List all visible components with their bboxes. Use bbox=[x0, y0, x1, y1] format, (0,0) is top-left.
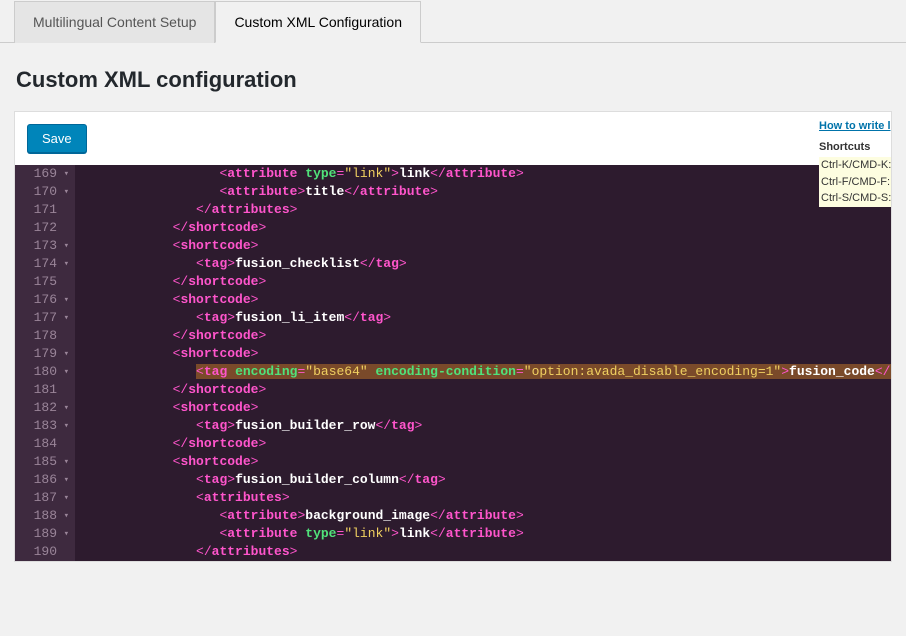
code-line[interactable]: </shortcode> bbox=[75, 435, 891, 453]
line-number: 187▾ bbox=[19, 489, 71, 507]
fold-icon[interactable]: ▾ bbox=[61, 255, 69, 273]
line-number: 190 bbox=[19, 543, 71, 561]
toolbar: Save bbox=[15, 124, 891, 165]
line-number: 184 bbox=[19, 435, 71, 453]
code-line[interactable]: <tag>fusion_li_item</tag> bbox=[75, 309, 891, 327]
line-number: 172 bbox=[19, 219, 71, 237]
line-number: 170▾ bbox=[19, 183, 71, 201]
tab-multilingual[interactable]: Multilingual Content Setup bbox=[14, 1, 215, 43]
code-line[interactable]: <attribute type="link">link</attribute> bbox=[75, 525, 891, 543]
code-line[interactable]: <attribute>title</attribute> bbox=[75, 183, 891, 201]
tab-bar: Multilingual Content Setup Custom XML Co… bbox=[0, 0, 906, 43]
code-line[interactable]: </attributes> bbox=[75, 543, 891, 561]
code-line[interactable]: <attribute type="link">link</attribute> bbox=[75, 165, 891, 183]
fold-icon[interactable]: ▾ bbox=[61, 489, 69, 507]
tab-custom-xml[interactable]: Custom XML Configuration bbox=[215, 1, 421, 43]
shortcut-1: Ctrl-K/CMD-K: bbox=[819, 157, 891, 174]
save-button[interactable]: Save bbox=[27, 124, 87, 153]
code-line[interactable]: <tag>fusion_builder_row</tag> bbox=[75, 417, 891, 435]
code-editor[interactable]: 169▾170▾171172173▾174▾175176▾177▾178179▾… bbox=[15, 165, 891, 561]
fold-icon[interactable]: ▾ bbox=[61, 471, 69, 489]
fold-icon[interactable]: ▾ bbox=[61, 363, 69, 381]
fold-icon[interactable]: ▾ bbox=[61, 237, 69, 255]
code-line[interactable]: <shortcode> bbox=[75, 453, 891, 471]
line-number: 186▾ bbox=[19, 471, 71, 489]
code-line[interactable]: <attribute>background_image</attribute> bbox=[75, 507, 891, 525]
fold-icon[interactable]: ▾ bbox=[61, 345, 69, 363]
code-line[interactable]: <tag encoding="base64" encoding-conditio… bbox=[75, 363, 891, 381]
code-line[interactable]: <shortcode> bbox=[75, 345, 891, 363]
editor-panel: How to write l Shortcuts Ctrl-K/CMD-K: C… bbox=[14, 111, 892, 562]
code-line[interactable]: <attributes> bbox=[75, 489, 891, 507]
shortcut-3: Ctrl-S/CMD-S: bbox=[819, 190, 891, 207]
page-title: Custom XML configuration bbox=[16, 67, 892, 93]
code-line[interactable]: <tag>fusion_checklist</tag> bbox=[75, 255, 891, 273]
fold-icon[interactable]: ▾ bbox=[61, 525, 69, 543]
gutter: 169▾170▾171172173▾174▾175176▾177▾178179▾… bbox=[15, 165, 75, 561]
code-line[interactable]: </shortcode> bbox=[75, 273, 891, 291]
line-number: 173▾ bbox=[19, 237, 71, 255]
line-number: 174▾ bbox=[19, 255, 71, 273]
side-info: How to write l Shortcuts Ctrl-K/CMD-K: C… bbox=[819, 118, 891, 207]
fold-icon[interactable]: ▾ bbox=[61, 291, 69, 309]
code-line[interactable]: <shortcode> bbox=[75, 291, 891, 309]
line-number: 185▾ bbox=[19, 453, 71, 471]
code-line[interactable]: <shortcode> bbox=[75, 399, 891, 417]
line-number: 177▾ bbox=[19, 309, 71, 327]
line-number: 179▾ bbox=[19, 345, 71, 363]
code-body[interactable]: <attribute type="link">link</attribute> … bbox=[75, 165, 891, 561]
howto-link[interactable]: How to write l bbox=[819, 118, 891, 135]
shortcuts-header: Shortcuts bbox=[819, 139, 891, 156]
line-number: 175 bbox=[19, 273, 71, 291]
code-line[interactable]: <shortcode> bbox=[75, 237, 891, 255]
fold-icon[interactable]: ▾ bbox=[61, 165, 69, 183]
fold-icon[interactable]: ▾ bbox=[61, 507, 69, 525]
line-number: 188▾ bbox=[19, 507, 71, 525]
fold-icon[interactable]: ▾ bbox=[61, 417, 69, 435]
content-area: Custom XML configuration How to write l … bbox=[0, 43, 906, 576]
line-number: 178 bbox=[19, 327, 71, 345]
line-number: 181 bbox=[19, 381, 71, 399]
fold-icon[interactable]: ▾ bbox=[61, 453, 69, 471]
line-number: 180▾ bbox=[19, 363, 71, 381]
line-number: 182▾ bbox=[19, 399, 71, 417]
line-number: 171 bbox=[19, 201, 71, 219]
line-number: 183▾ bbox=[19, 417, 71, 435]
line-number: 189▾ bbox=[19, 525, 71, 543]
code-line[interactable]: <tag>fusion_builder_column</tag> bbox=[75, 471, 891, 489]
shortcut-2: Ctrl-F/CMD-F: bbox=[819, 174, 891, 191]
fold-icon[interactable]: ▾ bbox=[61, 183, 69, 201]
line-number: 169▾ bbox=[19, 165, 71, 183]
code-line[interactable]: </shortcode> bbox=[75, 381, 891, 399]
code-line[interactable]: </attributes> bbox=[75, 201, 891, 219]
code-line[interactable]: </shortcode> bbox=[75, 219, 891, 237]
code-line[interactable]: </shortcode> bbox=[75, 327, 891, 345]
line-number: 176▾ bbox=[19, 291, 71, 309]
fold-icon[interactable]: ▾ bbox=[61, 399, 69, 417]
fold-icon[interactable]: ▾ bbox=[61, 309, 69, 327]
